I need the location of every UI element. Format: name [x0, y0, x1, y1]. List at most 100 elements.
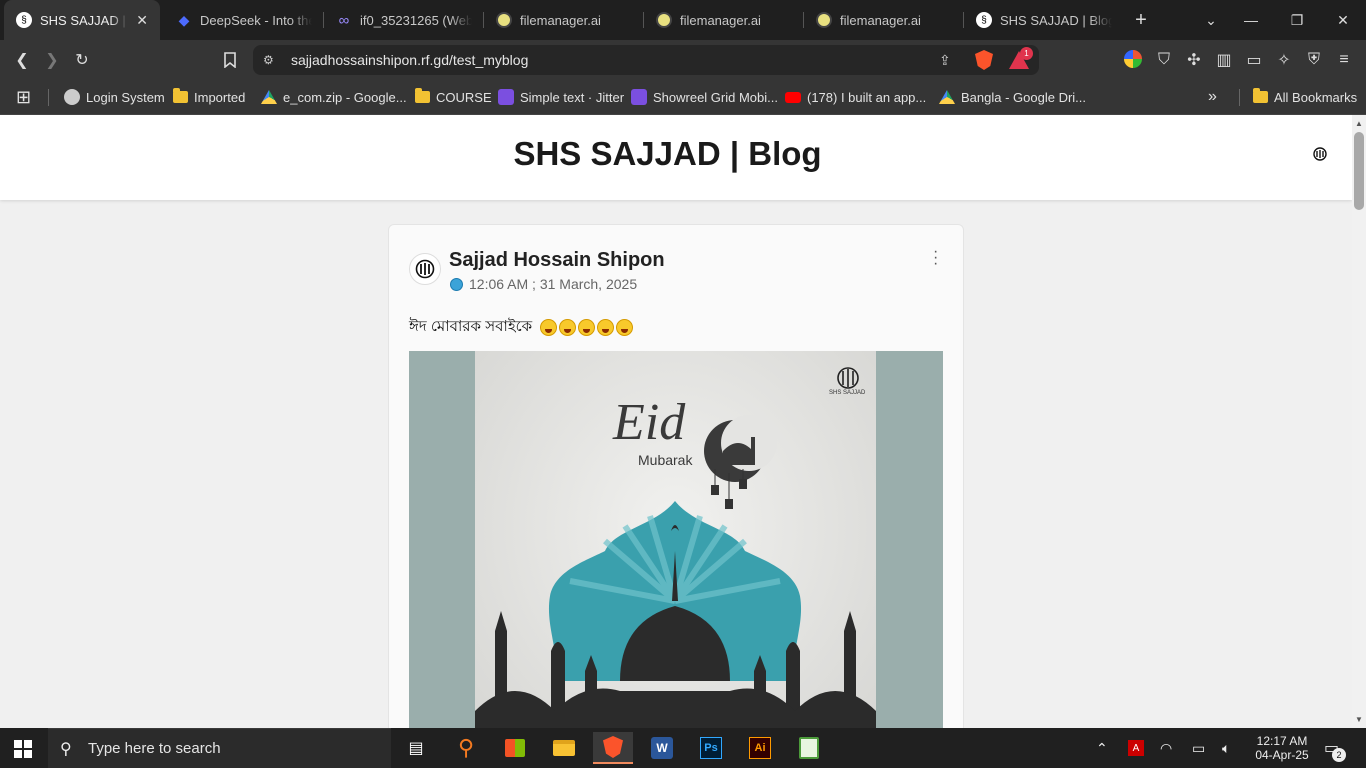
windows-start-icon[interactable] — [14, 740, 32, 758]
more-bookmarks-chevron-icon[interactable]: » — [1208, 87, 1217, 107]
rewards-badge: 1 — [1020, 47, 1033, 60]
search-app-icon[interactable]: ⚲ — [446, 732, 486, 764]
file-explorer-icon[interactable] — [544, 732, 584, 764]
star-struck-emoji-icon — [540, 319, 558, 336]
emoji-group — [540, 319, 634, 336]
clock-date: 04-Apr-25 — [1255, 748, 1309, 762]
battery-icon[interactable]: ▭ — [1192, 728, 1205, 768]
bookmark-simple-text-jitter[interactable]: Simple text · Jitter — [498, 87, 624, 107]
post-image[interactable]: SHS SAJJAD Eid Mubarak — [409, 351, 943, 728]
site-info-icon[interactable]: ⚙ — [263, 53, 274, 67]
globe-icon — [450, 277, 463, 291]
reload-icon[interactable]: ↻ — [68, 46, 96, 74]
youtube-icon — [785, 91, 801, 103]
task-view-icon[interactable]: ▤ — [396, 732, 436, 764]
folder-icon — [1253, 88, 1268, 103]
clock-time: 12:17 AM — [1256, 734, 1308, 748]
tab-infinityfree[interactable]: ∞ if0_35231265 (Website — [324, 0, 484, 40]
close-tab-icon[interactable]: ✕ — [136, 12, 148, 29]
site-header: SHS SAJJAD | Blog — [0, 115, 1352, 200]
scroll-down-icon[interactable]: ▼ — [1355, 715, 1363, 724]
folder-icon — [415, 88, 430, 103]
filemanager-icon — [656, 12, 672, 28]
tab-deepseek[interactable]: ◆ DeepSeek - Into the Unknown — [164, 0, 324, 40]
back-icon[interactable]: ❮ — [8, 46, 36, 74]
bookmark-course[interactable]: COURSE — [415, 87, 492, 107]
page-scrollbar[interactable]: ▲ ▼ — [1352, 115, 1366, 728]
show-hidden-icons-chevron-icon[interactable]: ⌃ — [1096, 728, 1108, 768]
word-icon[interactable]: W — [642, 732, 682, 764]
brave-browser-taskbar-icon[interactable] — [593, 732, 633, 764]
shield-extension-icon[interactable]: ⛉ — [1150, 46, 1178, 74]
address-bar[interactable]: ⚙ sajjadhossainshipon.rf.gd/test_myblog … — [253, 45, 1039, 75]
share-icon[interactable]: ⇪ — [939, 52, 951, 69]
close-window-icon[interactable]: ✕ — [1320, 0, 1366, 40]
apps-grid-icon[interactable]: ⊞ — [16, 87, 31, 107]
tab-shs-blog-post[interactable]: § SHS SAJJAD | Blog Post — [964, 0, 1124, 40]
new-tab-icon[interactable]: + — [1118, 0, 1164, 40]
jitter-icon — [631, 89, 647, 105]
volume-icon[interactable]: 🔈︎ — [1222, 728, 1230, 768]
clock[interactable]: 12:17 AM 04-Apr-25 — [1250, 728, 1314, 768]
vpn-icon[interactable]: ⛨ — [1300, 46, 1328, 74]
photoshop-icon[interactable]: Ps — [691, 732, 731, 764]
bookmark-bangla-drive[interactable]: Bangla - Google Dri... — [939, 87, 1086, 107]
header-logo-icon[interactable] — [1313, 147, 1327, 161]
image-eid-text: Eid — [613, 394, 686, 451]
globe-icon — [64, 89, 80, 105]
search-icon: ⚲ — [60, 740, 72, 758]
bookmark-icon[interactable] — [216, 46, 244, 74]
post-author[interactable]: Sajjad Hossain Shipon — [449, 249, 665, 272]
jitter-icon — [498, 89, 514, 105]
scroll-up-icon[interactable]: ▲ — [1355, 119, 1363, 128]
post-card: Sajjad Hossain Shipon 12:06 AM ; 31 Marc… — [388, 224, 964, 728]
drive-icon — [939, 90, 955, 104]
brave-shield-icon[interactable] — [975, 50, 993, 70]
post-meta: 12:06 AM ; 31 March, 2025 — [450, 276, 637, 292]
restore-icon[interactable]: ❐ — [1274, 0, 1320, 40]
site-logo-icon: § — [976, 12, 992, 28]
tab-shs-blog[interactable]: § SHS SAJJAD | Blog ✕ — [4, 0, 160, 40]
post-timestamp: 12:06 AM ; 31 March, 2025 — [469, 276, 638, 292]
bookmark-ecom-zip[interactable]: e_com.zip - Google... — [261, 87, 407, 107]
extensions-puzzle-icon[interactable]: ✣ — [1180, 46, 1208, 74]
taskbar-search[interactable]: ⚲ Type here to search — [48, 728, 391, 768]
all-bookmarks[interactable]: All Bookmarks — [1253, 87, 1357, 107]
wallet-icon[interactable]: ▭ — [1240, 46, 1268, 74]
avatar[interactable] — [409, 253, 441, 285]
forward-icon[interactable]: ❯ — [38, 46, 66, 74]
image-mubarak-text: Mubarak — [638, 452, 693, 468]
folder-icon — [173, 88, 188, 103]
sidebar-toggle-icon[interactable]: ▥ — [1210, 46, 1238, 74]
illustrator-icon[interactable]: Ai — [740, 732, 780, 764]
site-logo-icon: § — [16, 12, 32, 28]
author-logo-icon — [415, 259, 435, 279]
microsoft-store-icon[interactable] — [495, 732, 535, 764]
notepad-chart-icon[interactable] — [789, 732, 829, 764]
minimize-icon[interactable]: — — [1228, 0, 1274, 40]
extension-color-icon[interactable] — [1124, 50, 1142, 68]
filemanager-icon — [496, 12, 512, 28]
bookmark-imported[interactable]: Imported — [173, 87, 245, 107]
bookmark-login-system[interactable]: Login System — [64, 87, 165, 107]
page-viewport: SHS SAJJAD | Blog Sajjad Hossain Shipon … — [0, 115, 1352, 728]
bookmark-youtube-app[interactable]: (178) I built an app... — [785, 87, 926, 107]
star-struck-emoji-icon — [578, 319, 596, 336]
wifi-icon[interactable]: ◠ — [1160, 728, 1172, 768]
smiling-hearts-emoji-icon — [597, 319, 615, 336]
more-options-icon[interactable]: · · · — [933, 244, 938, 272]
tab-filemanager-1[interactable]: filemanager.ai — [484, 0, 644, 40]
acrobat-tray-icon[interactable]: A — [1128, 728, 1144, 768]
tab-strip: § SHS SAJJAD | Blog ✕ ◆ DeepSeek - Into … — [0, 0, 1366, 40]
scrollbar-thumb[interactable] — [1354, 132, 1364, 210]
bookmark-showreel-grid[interactable]: Showreel Grid Mobi... — [631, 87, 778, 107]
star-struck-emoji-icon — [559, 319, 577, 336]
menu-icon[interactable]: ≡ — [1330, 46, 1358, 74]
notification-count-badge: 2 — [1332, 748, 1346, 762]
tab-filemanager-3[interactable]: filemanager.ai — [804, 0, 964, 40]
eid-artwork: SHS SAJJAD Eid Mubarak — [475, 351, 876, 728]
tab-filemanager-2[interactable]: filemanager.ai — [644, 0, 804, 40]
filemanager-icon — [816, 12, 832, 28]
leo-ai-icon[interactable]: ✧ — [1270, 46, 1298, 74]
smiling-hearts-emoji-icon — [616, 319, 634, 336]
